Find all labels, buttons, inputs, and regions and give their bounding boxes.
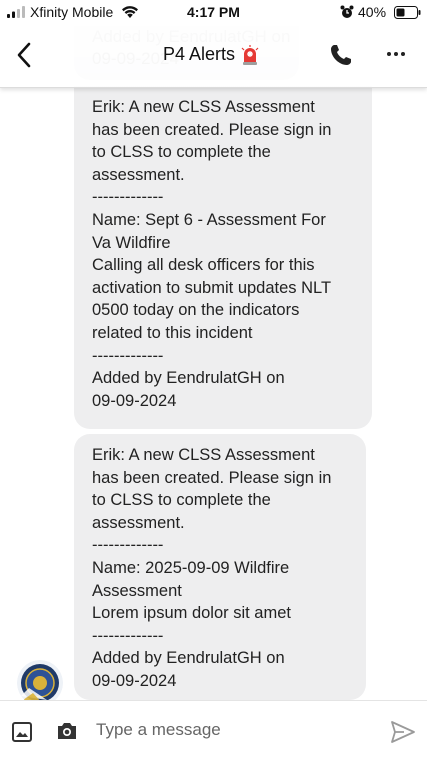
message-bubble[interactable]: Erik: A new CLSS Assessment has been cre… bbox=[74, 434, 366, 700]
carrier-name: Xfinity Mobile bbox=[30, 4, 114, 20]
previous-message-text: Added by EendrulatGH on 09-09-2024 bbox=[92, 27, 291, 68]
cellular-signal-icon bbox=[7, 6, 25, 18]
more-horizontal-icon[interactable] bbox=[386, 48, 406, 60]
send-icon[interactable] bbox=[390, 720, 416, 744]
clock: 4:17 PM bbox=[187, 4, 240, 20]
phone-icon[interactable] bbox=[329, 43, 353, 67]
camera-icon[interactable] bbox=[56, 721, 78, 741]
message-bubble[interactable]: Erik: A new CLSS Assessment has been cre… bbox=[74, 86, 372, 429]
chevron-left-icon[interactable] bbox=[12, 40, 38, 70]
status-bar: Xfinity Mobile 4:17 PM 40% bbox=[0, 0, 427, 26]
message-input[interactable] bbox=[96, 715, 376, 745]
battery-icon bbox=[394, 6, 421, 19]
message-composer bbox=[0, 700, 427, 759]
image-icon[interactable] bbox=[12, 722, 32, 742]
wifi-icon bbox=[122, 6, 138, 18]
alarm-icon bbox=[340, 5, 354, 18]
battery-percentage: 40% bbox=[358, 4, 387, 20]
